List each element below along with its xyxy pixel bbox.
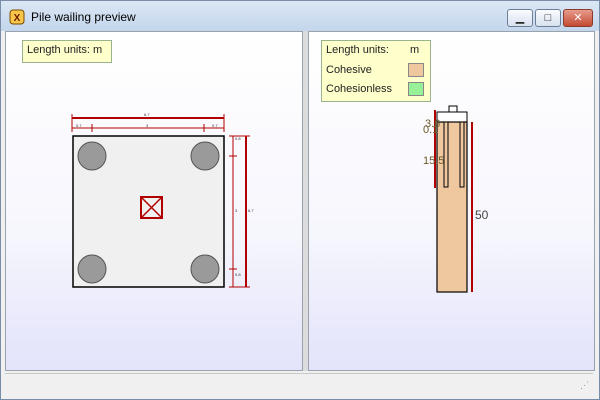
- close-button[interactable]: ✕: [563, 9, 593, 27]
- status-bar: ⋰: [5, 373, 593, 394]
- dim-right-bottom: 0.8: [235, 272, 241, 277]
- minimize-button[interactable]: ▁: [507, 9, 533, 27]
- dim-right-total: 6.7: [248, 208, 254, 213]
- section-view-pane[interactable]: Length units: m Cohesive Cohesionless 3.…: [308, 31, 595, 371]
- section-pile-left: [443, 121, 449, 188]
- section-pile-right: [459, 121, 465, 188]
- dim-top-left: 0.7: [76, 123, 82, 128]
- pile-top-left: [77, 141, 107, 171]
- maximize-button[interactable]: □: [535, 9, 561, 27]
- pile-bottom-right: [190, 254, 220, 284]
- title-bar[interactable]: X Pile wailing preview ▁ □ ✕: [1, 1, 599, 31]
- dim-top-total: 6.7: [144, 112, 150, 117]
- resize-grip-icon[interactable]: ⋰: [580, 380, 589, 391]
- pile-length-label: 50: [475, 208, 489, 222]
- app-window: X Pile wailing preview ▁ □ ✕ Length unit…: [0, 0, 600, 400]
- client-area: Length units: m 0.7 3 0.7 6.7 0.8 3 0.8 …: [5, 31, 595, 371]
- section-pile-cap: [436, 111, 468, 123]
- close-icon: ✕: [573, 11, 583, 24]
- dim-top-mid: 3: [146, 123, 149, 128]
- column-stub: [448, 105, 458, 113]
- window-title: Pile wailing preview: [31, 10, 136, 24]
- depth-label-offset: 0.1: [423, 124, 438, 136]
- pile-bottom-left: [77, 254, 107, 284]
- svg-text:X: X: [14, 13, 21, 24]
- app-logo-icon: X: [9, 9, 25, 25]
- dim-top-right: 0.7: [212, 123, 218, 128]
- maximize-icon: □: [544, 12, 552, 24]
- dim-right-mid: 3: [235, 208, 238, 213]
- pile-top-right: [190, 141, 220, 171]
- depth-label-pile: 15.5: [423, 155, 444, 167]
- plan-view-pane[interactable]: Length units: m 0.7 3 0.7 6.7 0.8 3 0.8 …: [5, 31, 303, 371]
- dim-right-top: 0.8: [235, 136, 241, 141]
- pile-cap-plan-drawing: 0.7 3 0.7 6.7 0.8 3 0.8 6.7: [71, 112, 254, 288]
- pile-section-drawing: 3.6 0.1 15.5 50: [423, 105, 489, 293]
- right-dimension-lines: [229, 135, 250, 288]
- minimize-icon: ▁: [515, 12, 525, 24]
